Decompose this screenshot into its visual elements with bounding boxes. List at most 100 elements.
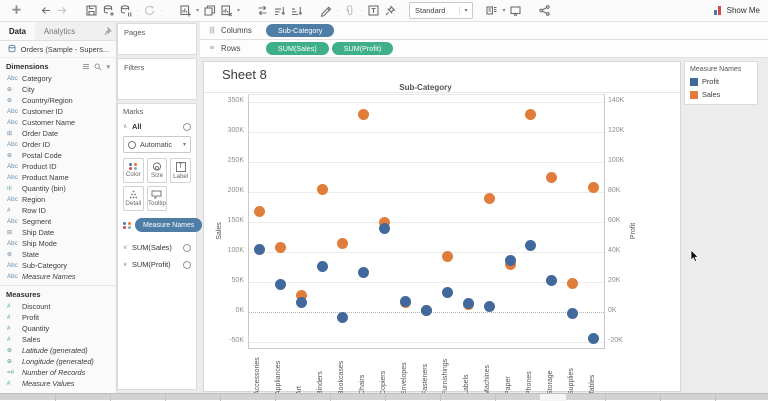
highlight-icon[interactable] [317, 3, 334, 19]
field-item[interactable]: Abc Product Name [0, 172, 116, 183]
x-axis-label[interactable]: Machines [484, 349, 493, 395]
sort-descending-icon[interactable] [288, 3, 305, 19]
data-point[interactable] [253, 243, 265, 255]
x-axis-label[interactable]: Paper [505, 349, 514, 395]
measure-card-menu-icon[interactable] [183, 260, 191, 269]
show-me-button[interactable]: Show Me [713, 5, 760, 16]
detail-button[interactable]: Detail [123, 186, 144, 211]
undo-icon[interactable] [37, 3, 54, 19]
x-axis-label[interactable]: Accessories [254, 349, 263, 395]
sheet-title[interactable]: Sheet 8 [222, 67, 267, 82]
legend-item[interactable]: Profit [685, 75, 757, 88]
x-axis-label[interactable]: Supplies [568, 349, 577, 395]
data-point[interactable] [379, 223, 391, 235]
x-axis-label[interactable]: Phones [526, 349, 535, 395]
tab-analytics[interactable]: Analytics [35, 22, 84, 40]
pane-menu-caret[interactable]: ▾ [106, 63, 110, 71]
x-axis-label[interactable]: Furnishings [442, 349, 451, 395]
field-item[interactable]: ⊕ City [0, 84, 116, 95]
field-item[interactable]: ⊞ Ship Date [0, 227, 116, 238]
group-caret[interactable]: · [358, 8, 365, 14]
field-item[interactable]: ⊞ Order Date [0, 128, 116, 139]
color-button[interactable]: Color [123, 158, 144, 183]
share-icon[interactable] [536, 3, 553, 19]
data-point[interactable] [483, 192, 495, 204]
measure-card-row[interactable]: ∨ SUM(Profit) [123, 260, 191, 269]
field-item[interactable]: # Measure Values [0, 378, 116, 389]
data-point[interactable] [421, 305, 432, 317]
label-button[interactable]: T Label [170, 158, 191, 183]
field-item[interactable]: ⊕ Country/Region [0, 95, 116, 106]
data-point[interactable] [337, 237, 349, 249]
sort-ascending-icon[interactable] [271, 3, 288, 19]
marks-all-menu-icon[interactable] [183, 122, 191, 131]
x-axis-label[interactable]: Storage [547, 349, 556, 395]
field-item[interactable]: Abc Ship Mode [0, 238, 116, 249]
data-point[interactable] [525, 239, 537, 251]
group-members-icon[interactable] [341, 3, 358, 19]
show-hide-cards-caret[interactable]: ▾ [500, 7, 507, 14]
field-item[interactable]: # Profit [0, 312, 116, 323]
field-item[interactable]: # Sales [0, 334, 116, 345]
new-worksheet-icon[interactable] [177, 3, 194, 19]
data-point[interactable] [316, 184, 328, 196]
data-point[interactable] [358, 266, 370, 278]
shelf-pill[interactable]: Sub-Category [266, 24, 335, 37]
data-point[interactable] [525, 108, 537, 120]
save-icon[interactable] [83, 3, 100, 19]
redo-icon[interactable] [54, 3, 71, 19]
pin-icon[interactable] [104, 22, 116, 40]
x-axis-label[interactable]: Tables [589, 349, 598, 395]
data-point[interactable] [483, 301, 495, 313]
field-item[interactable]: Abc Region [0, 194, 116, 205]
chart-column-header[interactable]: Sub-Category [248, 83, 603, 92]
pause-dropdown-caret[interactable]: · [134, 8, 141, 14]
field-item[interactable]: Abc Customer ID [0, 106, 116, 117]
x-axis-label[interactable]: Envelopes [401, 349, 410, 395]
presentation-mode-icon[interactable] [507, 3, 524, 19]
fit-selector[interactable]: Standard ▾ [409, 2, 474, 19]
add-data-source-icon[interactable] [100, 3, 117, 19]
x-axis-label[interactable]: Art [296, 349, 305, 395]
field-item[interactable]: ⊕ Postal Code [0, 150, 116, 161]
x-axis-label[interactable]: Chairs [359, 349, 368, 395]
mark-type-dropdown[interactable]: Automatic ▾ [123, 136, 191, 153]
data-point[interactable] [274, 279, 286, 291]
data-point[interactable] [316, 261, 328, 273]
tooltip-button[interactable]: Tooltip [146, 186, 168, 211]
field-item[interactable]: # Quantity [0, 323, 116, 334]
field-item[interactable]: Abc Measure Names [0, 271, 116, 282]
field-item[interactable]: Abc Customer Name [0, 117, 116, 128]
x-axis-label[interactable]: Copiers [380, 349, 389, 395]
refresh-icon[interactable] [141, 3, 158, 19]
field-item[interactable]: ⊕ Latitude (generated) [0, 345, 116, 356]
refresh-dropdown-caret[interactable]: · [158, 8, 165, 14]
shelf-pill[interactable]: SUM(Profit) [331, 42, 394, 55]
pause-auto-updates-icon[interactable] [117, 3, 134, 19]
legend-item[interactable]: Sales [685, 88, 757, 101]
clear-sheet-caret[interactable]: ▾ [235, 7, 242, 14]
swap-rows-columns-icon[interactable] [254, 3, 271, 19]
tab-data[interactable]: Data [0, 22, 35, 40]
x-axis-label[interactable]: Labels [463, 349, 472, 395]
plot-area[interactable] [248, 94, 605, 349]
data-point[interactable] [546, 172, 558, 184]
field-item[interactable]: Abc Category [0, 73, 116, 84]
data-point[interactable] [441, 286, 453, 298]
data-point[interactable] [274, 242, 286, 253]
field-item[interactable]: =# Number of Records [0, 367, 116, 378]
shelf-pill[interactable]: SUM(Sales) [266, 42, 329, 55]
data-point[interactable] [441, 251, 453, 263]
fix-axes-icon[interactable] [382, 3, 399, 19]
x-axis-label[interactable]: Appliances [275, 349, 284, 395]
x-axis-label[interactable]: Fasteners [422, 349, 431, 395]
rows-shelf[interactable]: ≡ Rows SUM(Sales) SUM(Profit) [200, 40, 768, 58]
x-axis-label[interactable]: Binders [317, 349, 326, 395]
data-point[interactable] [546, 274, 558, 286]
show-hide-cards-icon[interactable] [483, 3, 500, 19]
data-point[interactable] [504, 255, 516, 267]
data-point[interactable] [337, 311, 349, 323]
field-item[interactable]: # Row ID [0, 205, 116, 216]
measure-card-row[interactable]: ∨ SUM(Sales) [123, 243, 191, 252]
view-options-icon[interactable] [82, 63, 90, 71]
